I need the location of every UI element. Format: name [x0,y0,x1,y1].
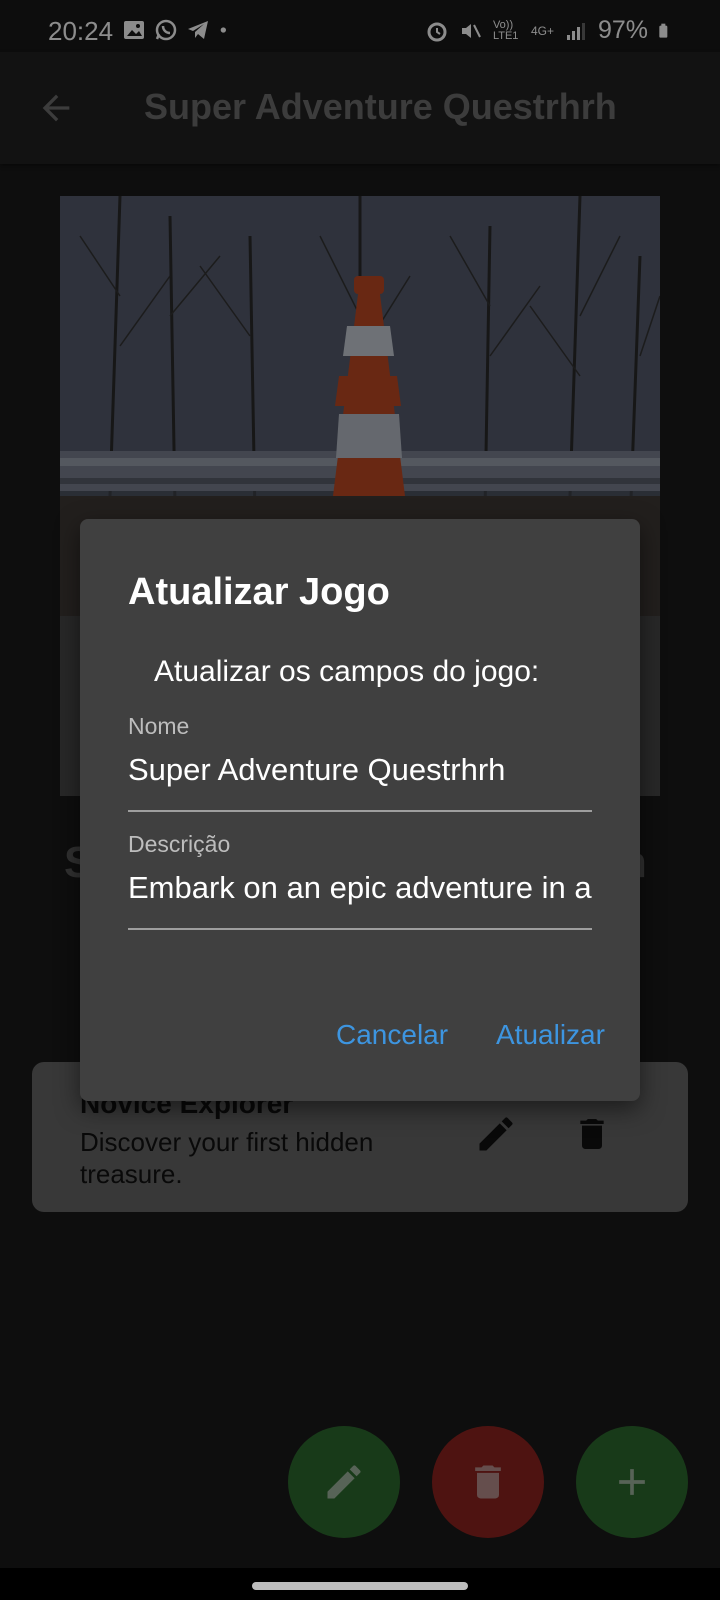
description-field-underline [128,928,592,930]
name-input[interactable]: Super Adventure Questrhrh [128,752,592,788]
cancel-button[interactable]: Cancelar [336,1019,448,1051]
description-field-label: Descrição [128,831,231,857]
dialog-title: Atualizar Jogo [128,571,390,613]
name-field-label: Nome [128,713,190,739]
update-game-dialog: Atualizar Jogo Atualizar os campos do jo… [80,519,640,1101]
navigation-bar [0,1568,720,1600]
description-field[interactable]: Descrição Embark on an epic adventure in… [128,831,592,930]
name-field[interactable]: Nome Super Adventure Questrhrh [128,713,592,812]
dialog-subtitle: Atualizar os campos do jogo: [154,655,540,688]
name-field-underline [128,810,592,812]
update-button[interactable]: Atualizar [496,1019,605,1051]
home-gesture-handle[interactable] [252,1582,468,1590]
description-input[interactable]: Embark on an epic adventure in a [128,870,592,906]
